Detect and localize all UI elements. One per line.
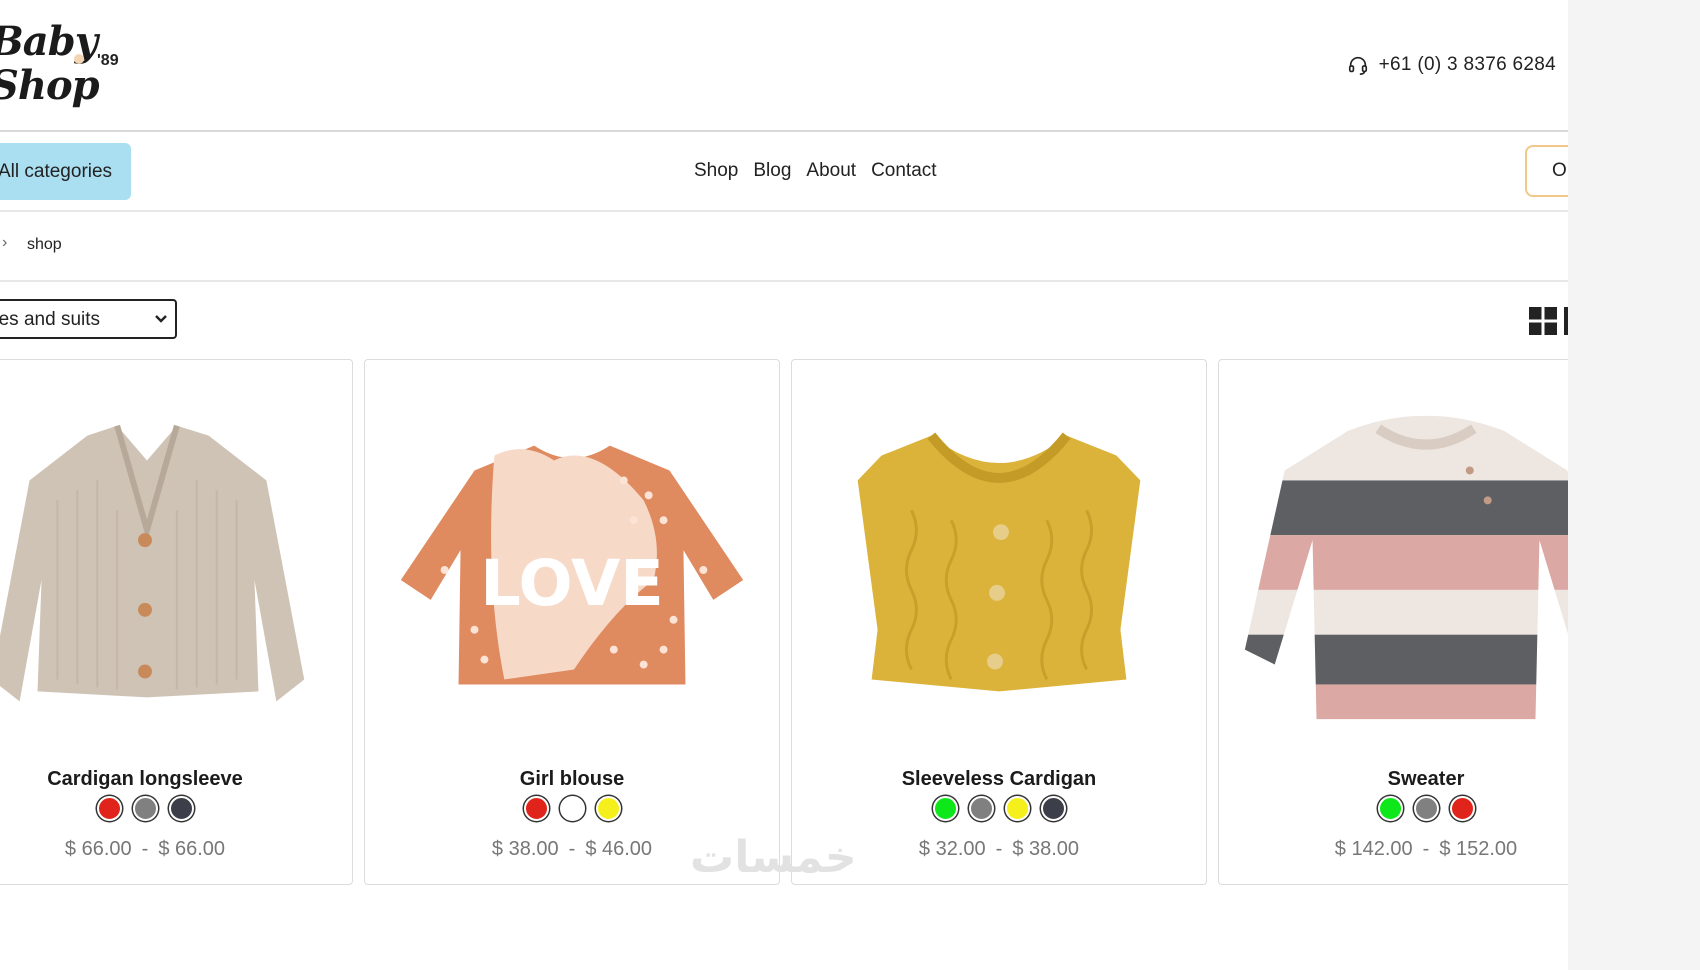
logo-dot [74,54,84,64]
product-image-cardigan [0,424,305,702]
header-right-button-label: O [1552,160,1567,181]
color-swatches [365,796,779,821]
product-name[interactable]: Girl blouse [365,768,779,791]
phone-number: +61 (0) 3 8376 6284 [1378,54,1556,75]
color-swatch-charcoal[interactable] [168,796,194,821]
product-card[interactable]: Cardigan longsleeve $ 66.00 - $ 66.00 [0,359,353,885]
color-swatch-gray[interactable] [1413,796,1439,821]
svg-text:LOVE: LOVE [480,547,664,621]
price-min: $ 32.00 [918,838,986,860]
all-categories-button[interactable]: All categories [0,143,131,200]
price-min: $ 38.00 [491,838,559,860]
phone-contact[interactable]: +61 (0) 3 8376 6284 [1347,54,1556,76]
color-swatch-green[interactable] [1377,796,1403,821]
menu-item-about[interactable]: About [806,160,856,182]
color-swatches [792,796,1206,821]
headset-icon [1348,56,1367,75]
navbar: All categories Shop Blog About Contact O [0,132,1568,212]
product-name[interactable]: Cardigan longsleeve [0,768,352,791]
color-swatch-yellow[interactable] [595,796,621,821]
product-card[interactable]: LOVE Girl blouse $ 38.00 - $ 46.00 [364,359,780,885]
page: Baby Shop '89 +61 (0) 3 8376 6284 All ca… [0,0,1568,970]
menu-item-shop[interactable]: Shop [694,160,738,182]
product-name[interactable]: Sleeveless Cardigan [792,768,1206,791]
logo-year: '89 [97,52,119,69]
logo[interactable]: Baby Shop '89 [0,14,130,114]
breadcrumb-separator-icon: › [2,234,8,251]
logo-line2: Shop [0,62,100,109]
price-range: $ 142.00 - $ 152.00 [1219,838,1568,861]
product-card[interactable]: Sleeveless Cardigan $ 32.00 - $ 38.00 [791,359,1207,885]
color-swatches [0,796,352,821]
color-swatch-green[interactable] [932,796,958,821]
price-min: $ 142.00 [1334,838,1413,860]
category-select[interactable]: Dresses and suits [0,299,177,339]
main-menu: Shop Blog About Contact [694,160,937,182]
color-swatch-gray[interactable] [968,796,994,821]
menu-item-blog[interactable]: Blog [753,160,791,182]
list-view-icon[interactable] [1564,307,1568,335]
product-card[interactable]: Sweater $ 142.00 - $ 152.00 [1218,359,1568,885]
color-swatch-gray[interactable] [132,796,158,821]
color-swatch-yellow[interactable] [1004,796,1030,821]
grid-view-icon[interactable] [1529,307,1557,335]
color-swatch-red[interactable] [523,796,549,821]
header-right-button[interactable]: O [1525,145,1568,197]
breadcrumb: › shop [0,212,1568,282]
price-range: $ 66.00 - $ 66.00 [0,838,352,861]
breadcrumb-current: shop [27,236,62,253]
menu-item-contact[interactable]: Contact [871,160,936,182]
product-image-sleeveless-cardigan [857,432,1141,692]
color-swatch-white[interactable] [559,796,585,821]
category-select-value: Dresses and suits [0,309,101,330]
price-max: $ 38.00 [1012,838,1080,860]
product-image-blouse: LOVE [400,445,744,685]
watermark: خمسات [690,832,857,883]
price-separator: - [1422,838,1430,860]
price-separator: - [995,838,1003,860]
price-separator: - [141,838,149,860]
product-name[interactable]: Sweater [1219,768,1568,791]
price-max: $ 152.00 [1439,838,1518,860]
chevron-down-icon [155,315,167,323]
price-min: $ 66.00 [64,838,132,860]
color-swatches [1219,796,1568,821]
product-image-sweater [1244,415,1568,720]
price-separator: - [568,838,576,860]
price-max: $ 66.00 [158,838,226,860]
price-max: $ 46.00 [585,838,653,860]
color-swatch-red[interactable] [1449,796,1475,821]
color-swatch-red[interactable] [96,796,122,821]
color-swatch-charcoal[interactable] [1040,796,1066,821]
